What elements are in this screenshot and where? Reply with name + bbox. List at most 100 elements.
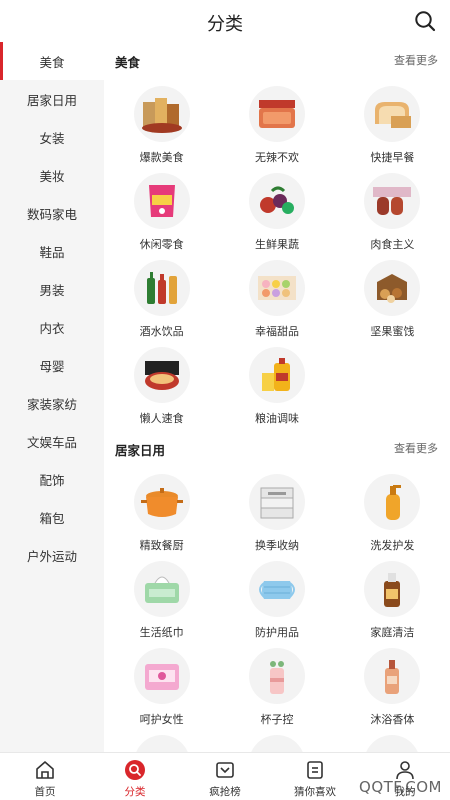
sidebar-item-label: 数码家电 xyxy=(26,206,77,222)
sidebar-item-baby[interactable]: 母婴 xyxy=(0,346,104,384)
tab-label: 疯抢榜 xyxy=(209,786,241,798)
tab-category[interactable]: 分类 xyxy=(90,753,180,800)
view-more-link[interactable]: 查看更多 xyxy=(394,440,438,456)
tile-label: 休闲零食 xyxy=(139,238,184,251)
sidebar-item-food[interactable]: 美食 xyxy=(0,42,104,80)
sidebar-item-digital[interactable]: 数码家电 xyxy=(0,194,104,232)
category-tile[interactable]: 杯子控 xyxy=(219,640,334,727)
sidebar-item-label: 户外运动 xyxy=(26,548,77,564)
tab-label: 分类 xyxy=(124,786,146,798)
disinfectant-bottle-icon xyxy=(364,561,421,617)
category-tile[interactable]: 酒水饮品 xyxy=(104,252,219,339)
watermark: QQTF.COM xyxy=(359,778,442,796)
instant-noodle-icon xyxy=(133,347,190,403)
category-tile[interactable]: 爆款美食 xyxy=(104,78,219,165)
sanitary-pad-icon xyxy=(133,648,190,704)
category-tile[interactable]: 粮油调味 xyxy=(219,339,334,426)
sidebar-item-label: 美妆 xyxy=(39,168,65,184)
category-icon xyxy=(124,759,146,781)
category-tile[interactable]: 家庭清洁 xyxy=(335,553,450,640)
category-tile[interactable]: 休闲零食 xyxy=(104,165,219,252)
category-tile[interactable]: 生鲜果蔬 xyxy=(219,165,334,252)
tab-ranking[interactable]: 疯抢榜 xyxy=(180,753,270,800)
category-tile[interactable]: 防护用品 xyxy=(219,553,334,640)
category-tile[interactable]: 幸福甜品 xyxy=(219,252,334,339)
sidebar-item-label: 男装 xyxy=(39,282,65,298)
tile-label: 粮油调味 xyxy=(254,412,299,425)
snack-bag-icon xyxy=(133,173,190,229)
category-tile[interactable]: 精致餐厨 xyxy=(104,466,219,553)
sidebar-item-entertainment-car[interactable]: 文娱车品 xyxy=(0,422,104,460)
category-tile[interactable]: 肉食主义 xyxy=(335,165,450,252)
sidebar-item-label: 配饰 xyxy=(39,472,65,488)
page-title: 分类 xyxy=(207,14,243,35)
category-tile[interactable]: 快捷早餐 xyxy=(335,78,450,165)
storage-drawer-icon xyxy=(248,474,305,530)
top-bar: 分类 xyxy=(0,0,450,42)
section-header-household: 居家日用 查看更多 xyxy=(104,430,450,466)
tile-label: 懒人速食 xyxy=(139,412,184,425)
tile-label: 生活纸巾 xyxy=(139,626,184,639)
sidebar-item-bags[interactable]: 箱包 xyxy=(0,498,104,536)
category-tile[interactable]: 坚果蜜饯 xyxy=(335,252,450,339)
tile-label: 爆款美食 xyxy=(139,151,184,164)
view-more-link[interactable]: 查看更多 xyxy=(394,52,438,68)
tile-label: 无辣不欢 xyxy=(254,151,299,164)
tab-guess-like[interactable]: 猜你喜欢 xyxy=(270,753,360,800)
category-tile[interactable] xyxy=(104,727,219,752)
tab-label: 首页 xyxy=(34,786,56,798)
tile-label: 快捷早餐 xyxy=(370,151,415,164)
food-bundle-icon xyxy=(133,86,190,142)
home-icon xyxy=(34,759,56,781)
sidebar-item-underwear[interactable]: 内衣 xyxy=(0,308,104,346)
tile-label: 杯子控 xyxy=(260,713,294,726)
guess-like-icon xyxy=(304,759,326,781)
tissue-icon xyxy=(133,561,190,617)
sidebar-item-label: 内衣 xyxy=(39,320,65,336)
sidebar-item-womens[interactable]: 女装 xyxy=(0,118,104,156)
tile-label: 家庭清洁 xyxy=(370,626,415,639)
sidebar-item-label: 居家日用 xyxy=(26,92,77,108)
sidebar-item-beauty[interactable]: 美妆 xyxy=(0,156,104,194)
sidebar-item-label: 母婴 xyxy=(39,358,65,374)
sidebar-item-home-textile[interactable]: 家装家纺 xyxy=(0,384,104,422)
category-tile[interactable]: 无辣不欢 xyxy=(219,78,334,165)
sidebar-item-mens[interactable]: 男装 xyxy=(0,270,104,308)
sidebar-item-label: 文娱车品 xyxy=(26,434,77,450)
sidebar-item-accessories[interactable]: 配饰 xyxy=(0,460,104,498)
tile-label: 洗发护发 xyxy=(370,539,415,552)
sidebar-item-label: 家装家纺 xyxy=(26,396,77,412)
category-tile[interactable]: 洗发护发 xyxy=(335,466,450,553)
nuts-icon xyxy=(364,260,421,316)
food-grid: 爆款美食 无辣不欢 快捷早餐 休闲零食 生鲜果蔬 肉食主义 酒水饮品 幸福甜品 … xyxy=(104,78,450,426)
drinks-icon xyxy=(133,260,190,316)
household-grid: 精致餐厨 换季收纳 洗发护发 生活纸巾 防护用品 家庭清洁 呵护女性 杯子控 沐… xyxy=(104,466,450,752)
section-header-food: 美食 查看更多 xyxy=(104,42,450,78)
tab-home[interactable]: 首页 xyxy=(0,753,90,800)
sidebar-item-outdoor[interactable]: 户外运动 xyxy=(0,536,104,574)
category-tile[interactable]: 呵护女性 xyxy=(104,640,219,727)
category-tile[interactable]: 生活纸巾 xyxy=(104,553,219,640)
tile-label: 防护用品 xyxy=(254,626,299,639)
sidebar-item-shoes[interactable]: 鞋品 xyxy=(0,232,104,270)
category-tile[interactable] xyxy=(335,727,450,752)
sidebar-item-label: 女装 xyxy=(39,130,65,146)
casserole-pot-icon xyxy=(133,474,190,530)
tile-label: 酒水饮品 xyxy=(139,325,184,338)
sidebar-item-household[interactable]: 居家日用 xyxy=(0,80,104,118)
spicy-meat-icon xyxy=(248,86,305,142)
category-tile[interactable] xyxy=(219,727,334,752)
fruit-icon xyxy=(248,173,305,229)
category-sidebar: 美食 居家日用 女装 美妆 数码家电 鞋品 男装 内衣 母婴 家装家纺 文娱车品… xyxy=(0,42,104,752)
oil-bottle-icon xyxy=(248,347,305,403)
tile-label: 幸福甜品 xyxy=(254,325,299,338)
sidebar-item-label: 美食 xyxy=(39,54,65,70)
body-wash-icon xyxy=(364,648,421,704)
category-tile[interactable]: 换季收纳 xyxy=(219,466,334,553)
category-tile[interactable]: 懒人速食 xyxy=(104,339,219,426)
category-tile[interactable]: 沐浴香体 xyxy=(335,640,450,727)
sidebar-item-label: 箱包 xyxy=(39,510,65,526)
search-icon[interactable] xyxy=(414,10,436,32)
tile-label: 沐浴香体 xyxy=(370,713,415,726)
cup-icon xyxy=(248,648,305,704)
